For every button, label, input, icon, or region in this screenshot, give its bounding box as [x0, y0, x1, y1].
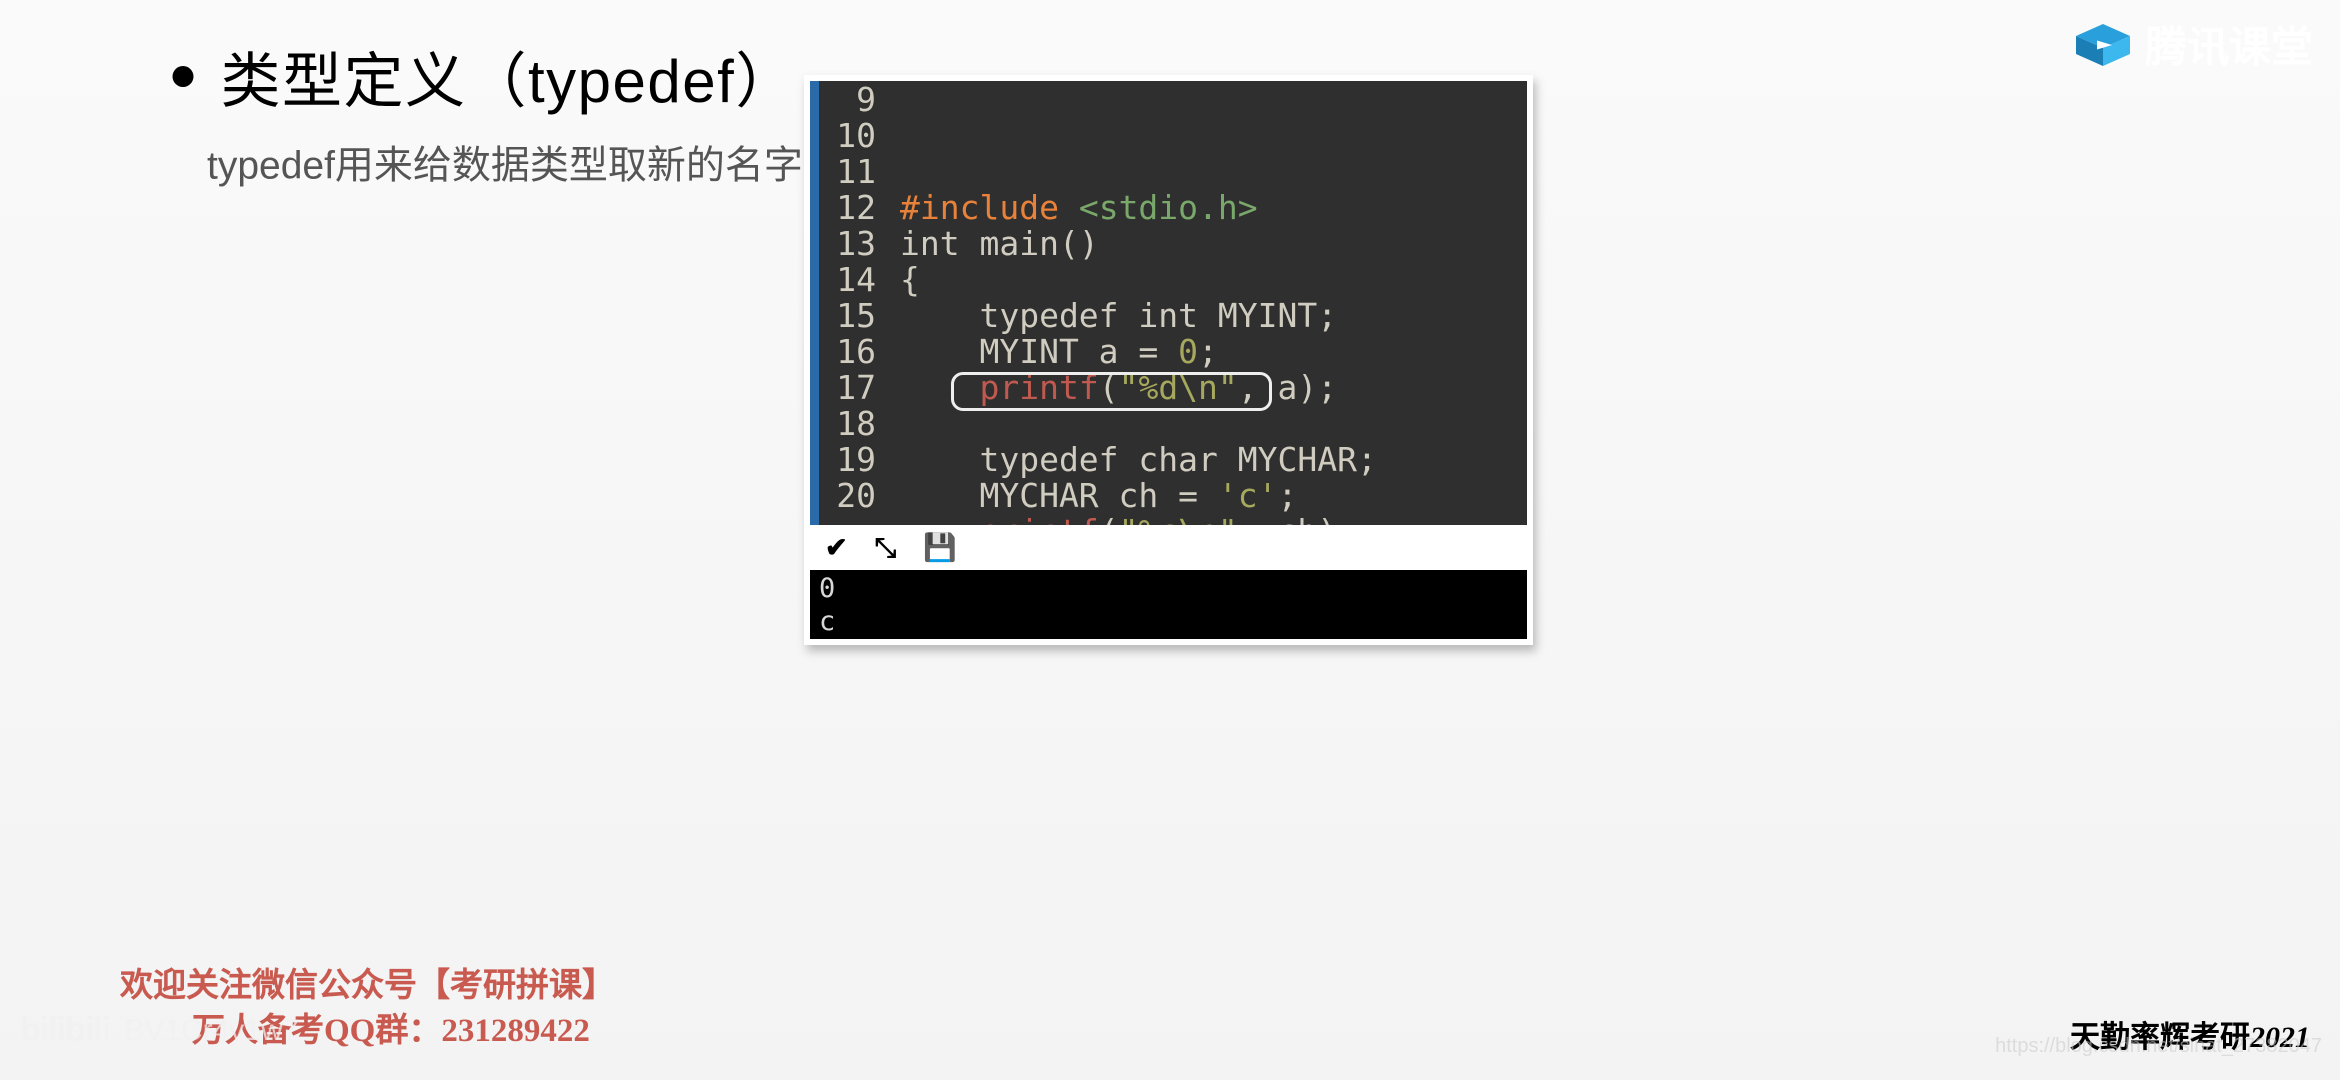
brand-icon	[2073, 24, 2133, 66]
code-line: MYINT a = 0;	[900, 336, 1518, 372]
code-line: int main()	[900, 228, 1518, 264]
editor-toolbar: ✔ ⤡ 💾	[810, 525, 1527, 570]
code-line: printf("%d\n", a);	[900, 372, 1518, 408]
line-number: 16	[819, 336, 876, 372]
line-number: 11	[819, 156, 876, 192]
brand-text: 腾讯课堂	[2145, 15, 2313, 75]
code-line	[900, 408, 1518, 444]
line-number: 14	[819, 264, 876, 300]
bullet-icon	[173, 66, 194, 87]
brand-logo: 腾讯课堂	[2073, 15, 2313, 75]
code-line: #include <stdio.h>	[900, 192, 1518, 228]
line-number: 9	[819, 84, 876, 120]
code-line: typedef int MYINT;	[900, 300, 1518, 336]
slide: 类型定义（typedef） typedef用来给数据类型取新的名字。 91011…	[0, 0, 2340, 1080]
line-number: 19	[819, 444, 876, 480]
line-number: 20	[819, 480, 876, 516]
line-number: 17	[819, 372, 876, 408]
line-number: 12	[819, 192, 876, 228]
bilibili-logo-icon: bilibili	[20, 1011, 110, 1050]
code-body: #include <stdio.h>int main(){ typedef in…	[891, 81, 1527, 525]
chevron-down-icon[interactable]: ✔	[825, 532, 848, 564]
csdn-watermark: https://blog.csdn.net/sinat_27382047	[1995, 1035, 2322, 1058]
line-number: 15	[819, 300, 876, 336]
code-line: MYCHAR ch = 'c';	[900, 480, 1518, 516]
slide-subtext: typedef用来给数据类型取新的名字。	[207, 135, 842, 191]
slide-heading: 类型定义（typedef）	[173, 33, 797, 120]
bilibili-watermark: bilibili BV1Cr4y1w7	[20, 1011, 299, 1050]
bilibili-bv: BV1Cr4y1w7	[124, 1014, 299, 1048]
line-number: 18	[819, 408, 876, 444]
expand-icon[interactable]: ⤡	[875, 532, 897, 564]
heading-text: 类型定义（typedef）	[221, 33, 797, 120]
code-line: typedef char MYCHAR;	[900, 444, 1518, 480]
save-icon[interactable]: 💾	[923, 532, 957, 564]
code-window: 91011121314151617181920 #include <stdio.…	[804, 75, 1533, 645]
code-line: {	[900, 264, 1518, 300]
console-output: 0 c	[810, 570, 1527, 639]
line-number: 13	[819, 228, 876, 264]
line-number: 10	[819, 120, 876, 156]
footer-left-line1: 欢迎关注微信公众号【考研拼课】	[120, 963, 615, 1008]
code-line: printf("%c\n", ch);	[900, 516, 1518, 525]
line-gutter: 91011121314151617181920	[819, 81, 891, 525]
code-area: 91011121314151617181920 #include <stdio.…	[810, 81, 1527, 525]
